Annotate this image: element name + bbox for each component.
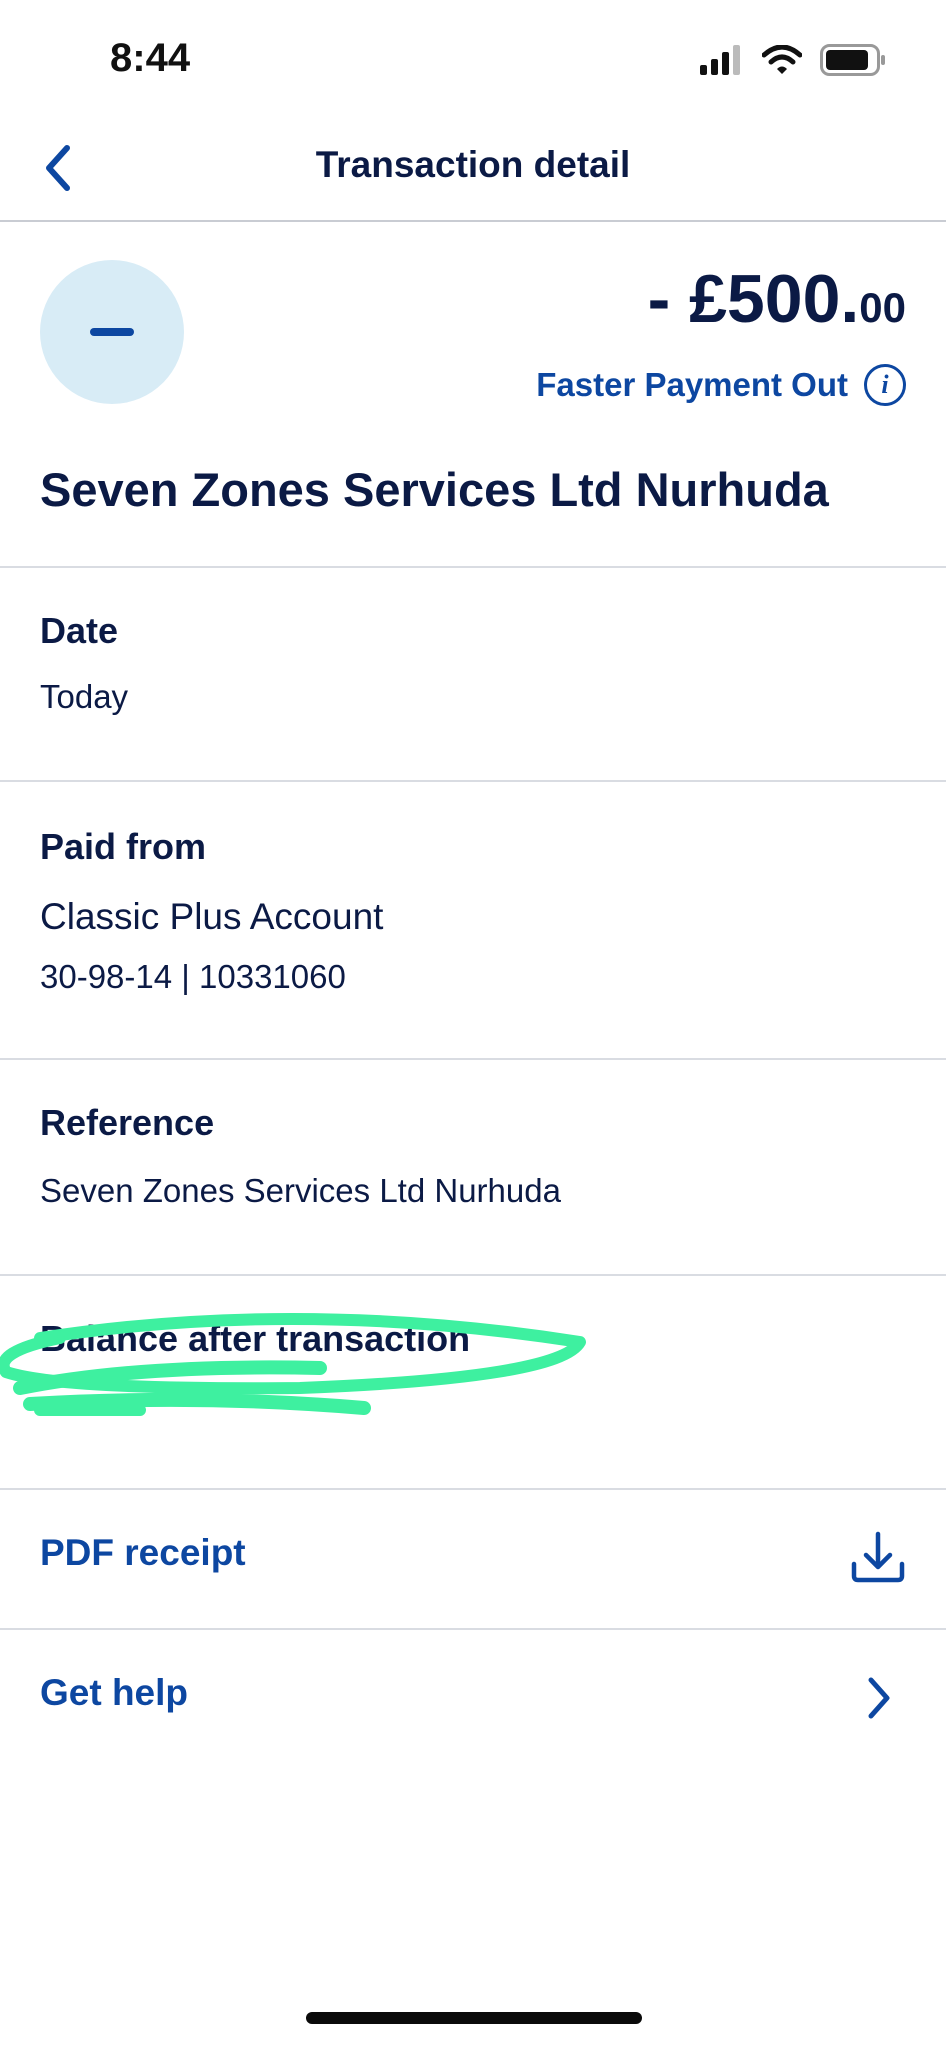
download-icon[interactable] — [846, 1526, 910, 1590]
amount-main: - £500. — [647, 261, 860, 337]
pdf-receipt-label: PDF receipt — [40, 1532, 246, 1573]
transaction-header: - £500.00 Faster Payment Out i Seven Zon… — [0, 222, 946, 568]
wifi-icon — [762, 45, 802, 74]
payee-name: Seven Zones Services Ltd Nurhuda — [40, 463, 829, 516]
payment-type-label: Faster Payment Out — [536, 366, 848, 403]
pdf-receipt-button[interactable]: PDF receipt — [0, 1490, 946, 1630]
account-number: 30-98-14 | 10331060 — [40, 958, 346, 995]
nav-bar: Transaction detail — [0, 120, 946, 222]
info-icon[interactable]: i — [864, 364, 906, 406]
get-help-button[interactable]: Get help — [0, 1630, 946, 1768]
reference-section: Reference Seven Zones Services Ltd Nurhu… — [0, 1060, 946, 1276]
account-name: Classic Plus Account — [40, 896, 384, 937]
reference-value: Seven Zones Services Ltd Nurhuda — [40, 1172, 561, 1209]
battery-icon — [820, 44, 885, 76]
paid-from-label: Paid from — [40, 826, 207, 867]
date-value: Today — [40, 678, 129, 715]
status-time: 8:44 — [110, 36, 191, 80]
minus-icon — [90, 328, 134, 336]
reference-label: Reference — [40, 1102, 215, 1143]
get-help-label: Get help — [40, 1672, 189, 1713]
status-bar: 8:44 — [0, 0, 946, 120]
date-label: Date — [40, 610, 119, 651]
page-title: Transaction detail — [315, 144, 631, 185]
debit-indicator — [40, 260, 184, 404]
paid-from-section: Paid from Classic Plus Account 30-98-14 … — [0, 782, 946, 1060]
date-section: Date Today — [0, 566, 946, 782]
amount-decimal: 00 — [859, 284, 906, 331]
payment-type[interactable]: Faster Payment Out i — [536, 364, 906, 406]
redaction-scribble — [0, 1312, 586, 1416]
home-indicator[interactable] — [306, 2012, 642, 2024]
status-icons — [700, 44, 886, 76]
transaction-amount: - £500.00 — [648, 260, 906, 338]
chevron-right-icon — [846, 1666, 910, 1730]
signal-icon — [700, 45, 740, 75]
